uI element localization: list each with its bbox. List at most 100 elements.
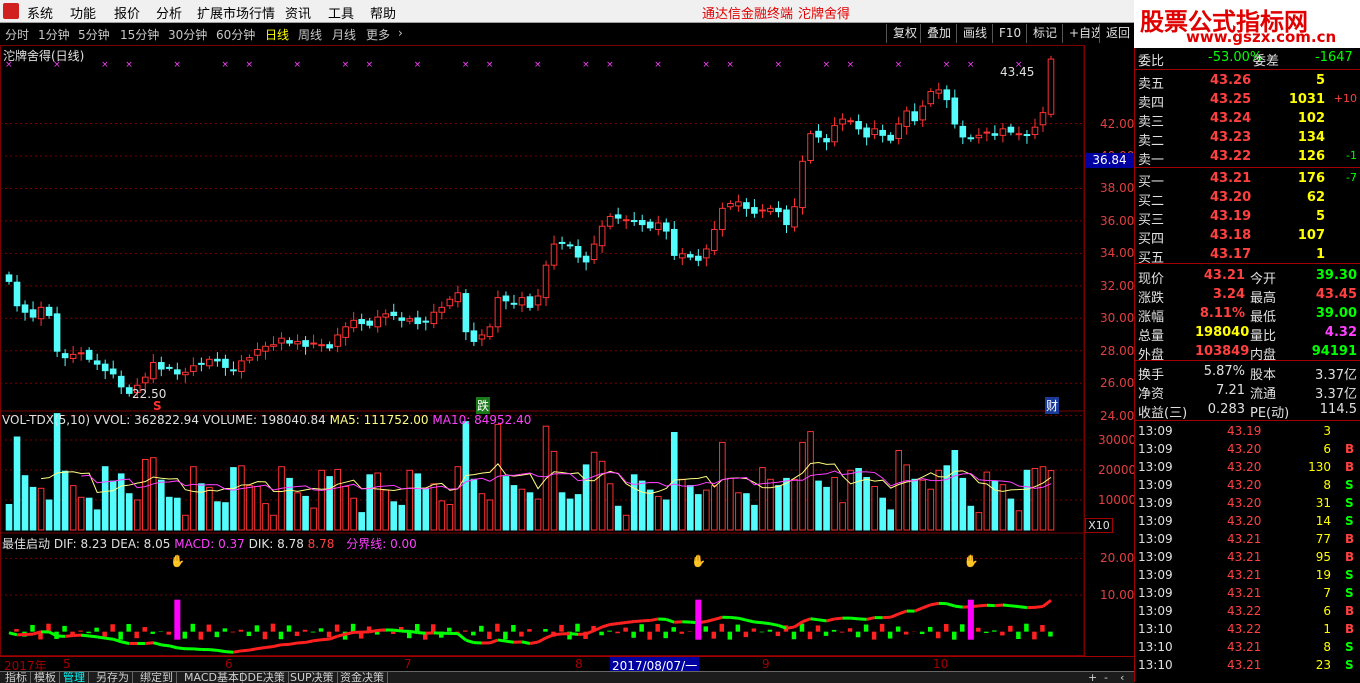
toolbar-f10-button[interactable]: F10 (992, 24, 1027, 43)
tick-side: S (1345, 514, 1354, 528)
indicator-axis-tick: 20.00 (1100, 551, 1134, 565)
bid-row[interactable]: 买一 43.21 176 -7 (1135, 170, 1360, 189)
ask-price: 43.25 (1210, 92, 1251, 107)
macd-histogram-bar (191, 624, 195, 632)
candle-body (1040, 113, 1046, 125)
bid-row[interactable]: 买四 43.18 107 (1135, 227, 1360, 246)
volume-bar (1016, 511, 1022, 530)
menu-function[interactable]: 功能 (70, 3, 96, 22)
signal-cross-marker: × (895, 60, 903, 70)
toolbar-biaoji-button[interactable]: 标记 (1026, 24, 1063, 43)
scroll-left-icon[interactable]: ‹ (1120, 672, 1124, 683)
dif-line-segment (177, 648, 185, 649)
ask-row[interactable]: 卖五 43.26 5 (1135, 72, 1360, 91)
volume-bar (655, 496, 661, 530)
macd-histogram-bar (1048, 632, 1052, 637)
period-tab-1min[interactable]: 1分钟 (38, 26, 70, 43)
kline-chart[interactable]: ×××××××××××××××××××××××××× ✋✋✋✋✋ (0, 45, 1134, 670)
menu-info[interactable]: 资讯 (285, 3, 311, 22)
tab-guanli[interactable]: 管理 (60, 672, 89, 683)
period-tab-5min[interactable]: 5分钟 (78, 26, 110, 43)
macd-histogram-bar (247, 632, 251, 636)
tab-dde[interactable]: DDE决策 (236, 672, 289, 683)
macd-histogram-bar (944, 624, 948, 632)
menu-quote[interactable]: 报价 (114, 3, 140, 22)
dif-line-segment (923, 605, 931, 608)
volume-bar (503, 477, 509, 530)
tab-moban[interactable]: 模板 (31, 672, 60, 683)
period-tab-monthly[interactable]: 月线 (332, 26, 356, 43)
dif-line-segment (209, 650, 217, 651)
tab-lingcunwei[interactable]: 另存为 (93, 672, 133, 683)
tab-zijin[interactable]: 资金决策 (337, 672, 388, 683)
macd-histogram-bar (736, 625, 740, 632)
ask-row[interactable]: 卖四 43.25 1031 +10 (1135, 91, 1360, 110)
tab-zhibiao[interactable]: 指标 (2, 672, 31, 683)
ask-row[interactable]: 卖三 43.24 102 (1135, 110, 1360, 129)
period-tab-15min[interactable]: 15分钟 (120, 26, 159, 43)
volume-bar (407, 470, 413, 530)
period-tab-weekly[interactable]: 周线 (298, 26, 322, 43)
indicator-dif: DIF: 8.23 (54, 537, 107, 551)
bid-row[interactable]: 买三 43.19 5 (1135, 208, 1360, 227)
volume-bar (295, 493, 301, 530)
toolbar-back-button[interactable]: 返回 (1099, 24, 1136, 43)
price-axis-tick: 38.00 (1100, 181, 1134, 195)
menu-analysis[interactable]: 分析 (156, 3, 182, 22)
zoom-in-icon[interactable]: + (1088, 672, 1097, 683)
macd-histogram-bar (872, 632, 876, 640)
candle-body (439, 307, 445, 312)
volume-bar (728, 478, 734, 530)
ask-row[interactable]: 卖一 43.22 126 -1 (1135, 148, 1360, 167)
dif-line-segment (121, 642, 129, 644)
tick-volume: 95 (1285, 550, 1331, 564)
volume-bar (792, 479, 798, 530)
info-value: 7.21 (1195, 383, 1245, 398)
zoom-out-icon[interactable]: - (1104, 672, 1108, 683)
period-tab-30min[interactable]: 30分钟 (168, 26, 207, 43)
dif-line-segment (65, 636, 73, 637)
bid-volume: 62 (1275, 190, 1325, 205)
candle-body (696, 256, 702, 260)
tick-price: 43.20 (1227, 442, 1261, 456)
stat-row: 现价 43.21 今开 39.30 (1135, 267, 1360, 286)
candle-body (110, 369, 116, 374)
candle-body (912, 112, 918, 121)
weicha-value: -1647 (1315, 50, 1353, 65)
hand-signal-icon: ✋ (964, 554, 979, 568)
tab-sup[interactable]: SUP决策 (287, 672, 338, 683)
dif-line-segment (506, 641, 514, 642)
macd-histogram-bar (599, 632, 603, 636)
bid-row[interactable]: 买二 43.20 62 (1135, 189, 1360, 208)
signal-cai-marker: 财 (1045, 397, 1059, 414)
signal-cross-marker: × (702, 60, 710, 70)
tick-volume: 19 (1285, 568, 1331, 582)
tab-macd-basic[interactable]: MACD基本 (181, 672, 243, 683)
period-tab-more[interactable]: 更多 (366, 26, 390, 43)
menu-tools[interactable]: 工具 (328, 3, 354, 22)
toolbar-huaxian-button[interactable]: 画线 (956, 24, 993, 43)
candle-body (223, 359, 229, 367)
menu-help[interactable]: 帮助 (370, 3, 396, 22)
macd-histogram-bar (559, 625, 563, 632)
candle-body (856, 122, 862, 129)
candle-body (776, 208, 782, 211)
signal-cross-marker: × (943, 60, 951, 70)
tab-bangdingdao[interactable]: 绑定到 (137, 672, 177, 683)
toolbar-fuquan-button[interactable]: 复权 (886, 24, 923, 43)
menu-ext-market[interactable]: 扩展市场行情 (197, 3, 275, 22)
tick-volume: 31 (1285, 496, 1331, 510)
ask-row[interactable]: 卖二 43.23 134 (1135, 129, 1360, 148)
toolbar-diejia-button[interactable]: 叠加 (920, 24, 957, 43)
period-tab-60min[interactable]: 60分钟 (216, 26, 255, 43)
chevron-right-icon[interactable]: › (398, 26, 403, 40)
macd-histogram-bar (904, 632, 908, 635)
dif-line-segment (610, 623, 618, 624)
price-axis-tick: 36.00 (1100, 214, 1134, 228)
candle-body (535, 296, 541, 305)
stock-name-title: 沱牌舍得 (798, 3, 850, 22)
period-tab-fenshi[interactable]: 分时 (5, 26, 29, 43)
bid-price: 43.17 (1210, 247, 1251, 262)
menu-system[interactable]: 系统 (27, 3, 53, 22)
period-tab-daily[interactable]: 日线 (265, 26, 289, 43)
